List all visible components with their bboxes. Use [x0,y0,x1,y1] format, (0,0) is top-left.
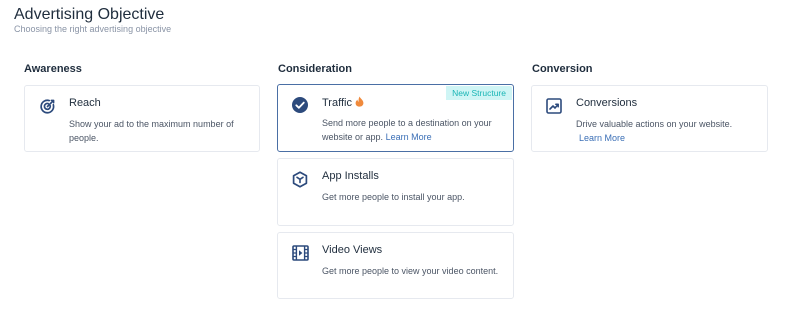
card-title: Video Views [322,244,383,256]
card-title: Reach [69,97,101,109]
card-title: App Installs [322,170,379,182]
film-icon [291,244,309,262]
trend-chart-icon [545,97,563,115]
learn-more-link[interactable]: Learn More [386,132,432,142]
check-circle-icon [291,96,309,114]
page-title: Advertising Objective [14,6,165,23]
card-description: Send more people to a destination on you… [322,116,501,144]
card-description-text: Drive valuable actions on your website. [576,119,733,129]
column-heading-awareness: Awareness [24,63,82,75]
card-description: Get more people to install your app. [322,192,465,202]
objective-card-conversions[interactable]: Conversions Drive valuable actions on yo… [531,85,768,152]
new-structure-badge: New Structure [446,86,512,100]
objective-card-video-views[interactable]: Video Views Get more people to view your… [277,232,514,299]
card-description: Drive valuable actions on your website. … [576,117,755,145]
page-subtitle: Choosing the right advertising objective [14,24,172,34]
objective-card-reach[interactable]: Reach Show your ad to the maximum number… [24,85,260,152]
card-description: Get more people to view your video conte… [322,266,499,276]
cube-icon [291,170,309,188]
column-heading-conversion: Conversion [532,63,593,75]
card-description: Show your ad to the maximum number of pe… [69,119,234,143]
column-heading-consideration: Consideration [278,63,352,75]
card-title: Traffic [322,96,364,110]
flame-icon [355,96,364,110]
learn-more-link[interactable]: Learn More [579,133,625,143]
objective-card-traffic[interactable]: New Structure Traffic Send more people t… [277,84,514,152]
objective-card-app-installs[interactable]: App Installs Get more people to install … [277,158,514,226]
target-icon [38,97,56,115]
card-title-text: Traffic [322,96,352,109]
card-title: Conversions [576,97,638,109]
